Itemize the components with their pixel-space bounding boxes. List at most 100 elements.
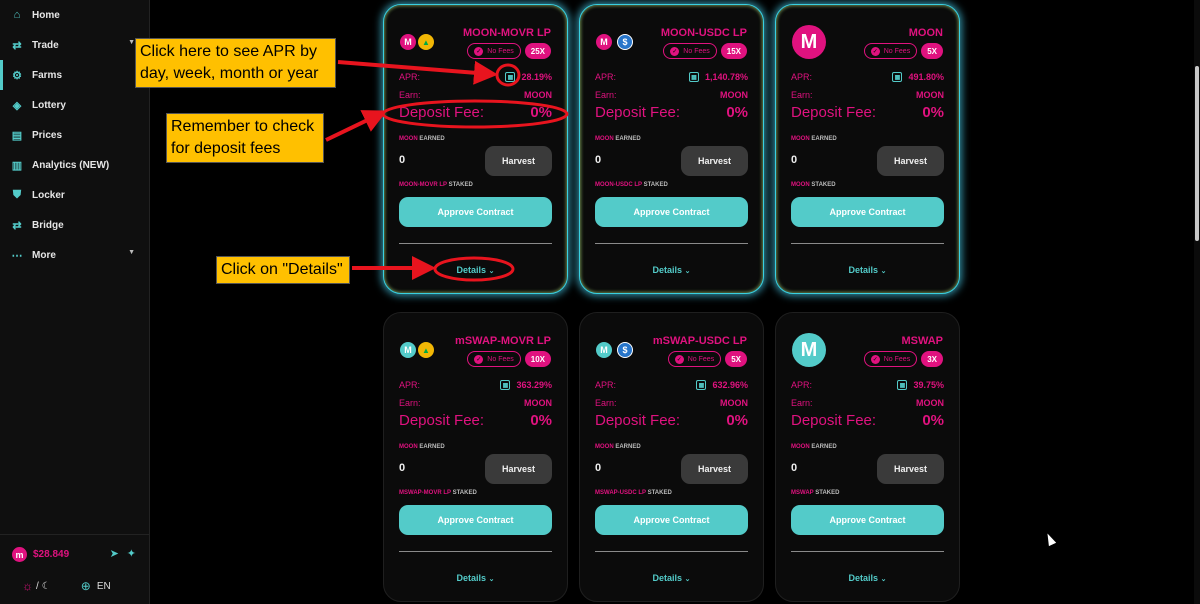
- deposit-fee-value: 0%: [922, 104, 944, 121]
- staked-token: MOON-MOVR LP: [399, 182, 447, 188]
- earn-row: Earn: MOON: [791, 90, 944, 100]
- details-toggle[interactable]: Details ⌄: [580, 573, 763, 583]
- apr-value-text: 39.75%: [913, 380, 944, 390]
- staked-token: MOON: [791, 182, 810, 188]
- approve-contract-button[interactable]: Approve Contract: [595, 505, 748, 535]
- staked-suffix: STAKED: [448, 182, 473, 188]
- calculator-icon[interactable]: ▦: [688, 72, 699, 82]
- earn-value: MOON: [524, 90, 552, 100]
- farm-badges: ✓ No Fees 3X: [863, 351, 943, 367]
- fee-callout-line2: for deposit fees: [171, 140, 281, 157]
- calculator-icon[interactable]: ▦: [696, 380, 707, 390]
- sidebar-item-bridge[interactable]: ⇄ Bridge: [0, 210, 149, 240]
- earned-value: 0: [399, 462, 406, 474]
- staked-label: MOON-MOVR LP STAKED: [399, 182, 473, 188]
- details-toggle[interactable]: Details ⌄: [580, 265, 763, 275]
- language-selector[interactable]: ⊕ EN: [81, 579, 111, 593]
- earn-label: Earn:: [791, 398, 813, 408]
- details-toggle[interactable]: Details ⌄: [776, 265, 959, 275]
- approve-contract-button[interactable]: Approve Contract: [399, 505, 552, 535]
- earned-suffix: EARNED: [811, 444, 837, 450]
- approve-contract-button[interactable]: Approve Contract: [399, 197, 552, 227]
- twitter-icon[interactable]: ✦: [127, 547, 136, 560]
- farm-title: mSWAP-MOVR LP: [455, 335, 551, 347]
- apr-callout: Click here to see APR by day, week, mont…: [135, 38, 336, 88]
- harvest-button[interactable]: Harvest: [877, 454, 944, 484]
- usdc-logo-icon: $: [617, 342, 633, 358]
- moon-icon[interactable]: ☾: [42, 581, 51, 592]
- calculator-icon[interactable]: ▦: [892, 72, 903, 82]
- staked-token: MOON-USDC LP: [595, 182, 642, 188]
- earned-value: 0: [595, 462, 602, 474]
- earn-value: MOON: [916, 398, 944, 408]
- earned-token: MOON: [791, 444, 810, 450]
- details-toggle[interactable]: Details ⌄: [384, 573, 567, 583]
- sidebar-item-locker[interactable]: ⛊ Locker: [0, 180, 149, 210]
- apr-label: APR:: [595, 380, 617, 390]
- sidebar-item-analytics-new[interactable]: ▥ Analytics (NEW): [0, 150, 149, 180]
- calculator-icon[interactable]: ▦: [897, 380, 908, 390]
- earned-suffix: EARNED: [615, 444, 641, 450]
- page-scrollbar[interactable]: [1194, 0, 1200, 604]
- deposit-fee-label: Deposit Fee:: [595, 412, 681, 429]
- farm-badges: ✓ No Fees 10X: [467, 351, 551, 367]
- calculator-icon[interactable]: ▦: [505, 72, 516, 82]
- earn-value: MOON: [524, 398, 552, 408]
- token-logo: M: [792, 333, 826, 367]
- details-toggle[interactable]: Details ⌄: [776, 573, 959, 583]
- approve-contract-button[interactable]: Approve Contract: [595, 197, 748, 227]
- harvest-button[interactable]: Harvest: [681, 146, 748, 176]
- harvest-button[interactable]: Harvest: [485, 146, 552, 176]
- approve-contract-button[interactable]: Approve Contract: [791, 197, 944, 227]
- deposit-fee-value: 0%: [530, 412, 552, 429]
- moon-logo-icon: M: [792, 25, 826, 59]
- staked-label: MSWAP-MOVR LP STAKED: [399, 490, 477, 496]
- check-icon: ✓: [674, 354, 684, 364]
- sidebar-item-trade[interactable]: ⇄ Trade ▼: [0, 30, 149, 60]
- multiplier-badge: 3X: [921, 351, 943, 367]
- sun-icon[interactable]: ☼: [22, 579, 33, 593]
- sidebar-item-farms[interactable]: ⚙ Farms: [0, 60, 149, 90]
- details-callout-text: Click on "Details": [221, 261, 343, 278]
- earned-value: 0: [399, 154, 406, 166]
- apr-label: APR:: [595, 72, 617, 82]
- check-icon: ✓: [870, 354, 880, 364]
- deposit-fee-row: Deposit Fee: 0%: [595, 104, 748, 121]
- approve-contract-button[interactable]: Approve Contract: [791, 505, 944, 535]
- earned-token: MOON: [399, 444, 418, 450]
- farm-card: M $ mSWAP-USDC LP ✓ No Fees 5X APR: ▦ 632.…: [579, 312, 764, 602]
- earned-value: 0: [791, 154, 798, 166]
- deposit-fee-value: 0%: [726, 412, 748, 429]
- check-icon: ✓: [474, 354, 484, 364]
- staked-suffix: STAKED: [452, 490, 477, 496]
- sidebar-item-home[interactable]: ⌂ Home: [0, 0, 149, 30]
- deposit-fee-label: Deposit Fee:: [399, 104, 485, 121]
- staked-label: MSWAP STAKED: [791, 490, 839, 496]
- sidebar-item-label: Prices: [32, 129, 63, 141]
- details-toggle[interactable]: Details ⌄: [384, 265, 567, 275]
- calculator-icon[interactable]: ▦: [500, 380, 511, 390]
- earned-token: MOON: [595, 136, 614, 142]
- scrollbar-thumb[interactable]: [1195, 66, 1199, 241]
- deposit-fee-row: Deposit Fee: 0%: [595, 412, 748, 429]
- staked-token: MSWAP: [791, 490, 814, 496]
- harvest-button[interactable]: Harvest: [485, 454, 552, 484]
- sidebar-item-more[interactable]: ⋯ More ▼: [0, 240, 149, 270]
- sidebar-item-label: Home: [32, 9, 60, 21]
- farm-title: MSWAP: [901, 335, 943, 347]
- pair-logos: M $: [596, 34, 633, 50]
- telegram-icon[interactable]: ➤: [110, 547, 119, 560]
- staked-label: MOON STAKED: [791, 182, 836, 188]
- harvest-button[interactable]: Harvest: [877, 146, 944, 176]
- deposit-fee-row: Deposit Fee: 0%: [399, 412, 552, 429]
- farm-title: MOON-MOVR LP: [463, 27, 551, 39]
- sidebar-item-lottery[interactable]: ◈ Lottery: [0, 90, 149, 120]
- moon-logo-icon: M: [596, 34, 612, 50]
- earned-label: MOON EARNED: [791, 136, 837, 142]
- deposit-fee-label: Deposit Fee:: [595, 104, 681, 121]
- sidebar-item-prices[interactable]: ▤ Prices: [0, 120, 149, 150]
- earned-token: MOON: [399, 136, 418, 142]
- apr-value-text: 363.29%: [516, 380, 552, 390]
- earned-label: MOON EARNED: [595, 444, 641, 450]
- harvest-button[interactable]: Harvest: [681, 454, 748, 484]
